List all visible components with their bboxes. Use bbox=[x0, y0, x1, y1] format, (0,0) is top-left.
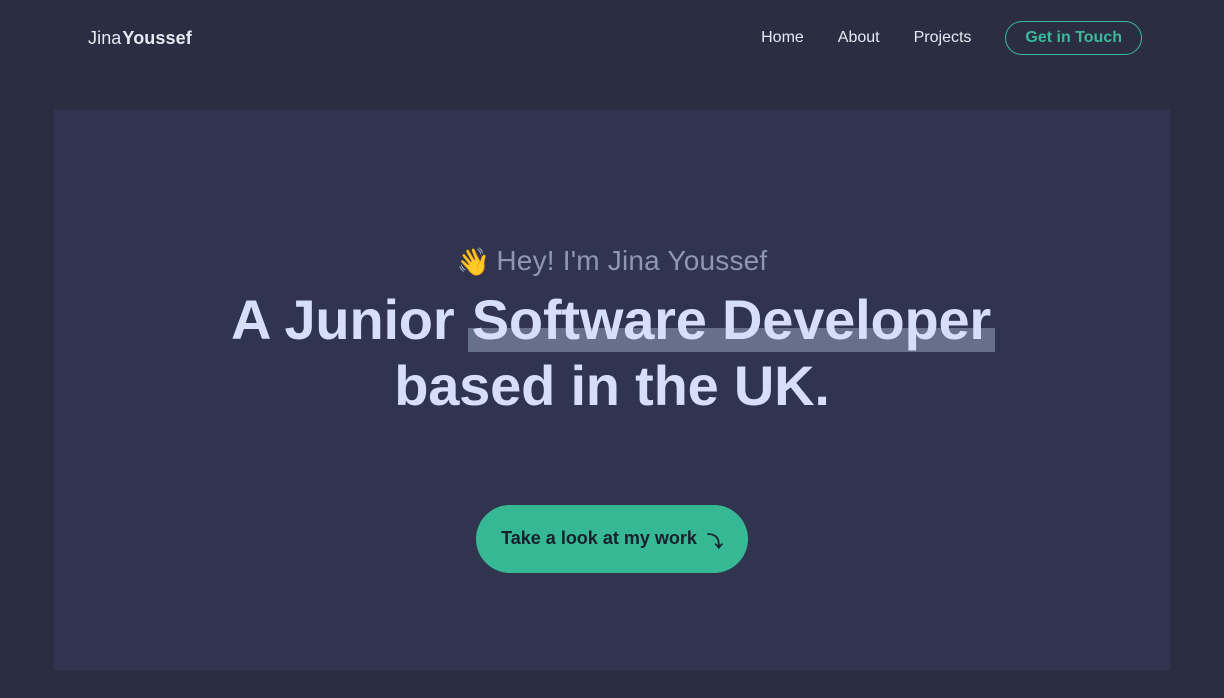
logo-last-name: Youssef bbox=[122, 27, 192, 48]
nav-home-link[interactable]: Home bbox=[761, 30, 804, 46]
headline-highlight: Software Developer bbox=[467, 287, 996, 353]
hero-content: 👋 Hey! I'm Jina Youssef A Junior Softwar… bbox=[54, 110, 1170, 670]
main-nav: Home About Projects Get in Touch bbox=[761, 21, 1142, 55]
nav-about-link[interactable]: About bbox=[838, 30, 880, 46]
wave-icon: 👋 bbox=[456, 246, 491, 277]
view-work-button-label: Take a look at my work bbox=[501, 528, 697, 549]
headline-highlight-text: Software Developer bbox=[471, 288, 992, 351]
headline: A Junior Software Developer based in the… bbox=[230, 287, 996, 419]
headline-prefix: A Junior bbox=[230, 288, 470, 351]
logo-first-name: Jina bbox=[88, 27, 122, 48]
view-work-button[interactable]: Take a look at my work ⤵ bbox=[476, 504, 748, 573]
greeting: 👋 Hey! I'm Jina Youssef bbox=[457, 245, 768, 277]
headline-line-2: based in the UK. bbox=[394, 354, 830, 417]
site-header: Jina Youssef Home About Projects Get in … bbox=[0, 0, 1224, 76]
headline-line-1: A Junior Software Developer bbox=[230, 287, 996, 353]
greeting-text: Hey! I'm Jina Youssef bbox=[496, 245, 768, 276]
hero-section: 👋 Hey! I'm Jina Youssef A Junior Softwar… bbox=[54, 110, 1170, 670]
nav-projects-link[interactable]: Projects bbox=[914, 30, 972, 46]
arrow-down-right-icon: ⤵ bbox=[706, 533, 723, 551]
site-logo[interactable]: Jina Youssef bbox=[88, 28, 192, 49]
get-in-touch-button[interactable]: Get in Touch bbox=[1005, 21, 1142, 55]
